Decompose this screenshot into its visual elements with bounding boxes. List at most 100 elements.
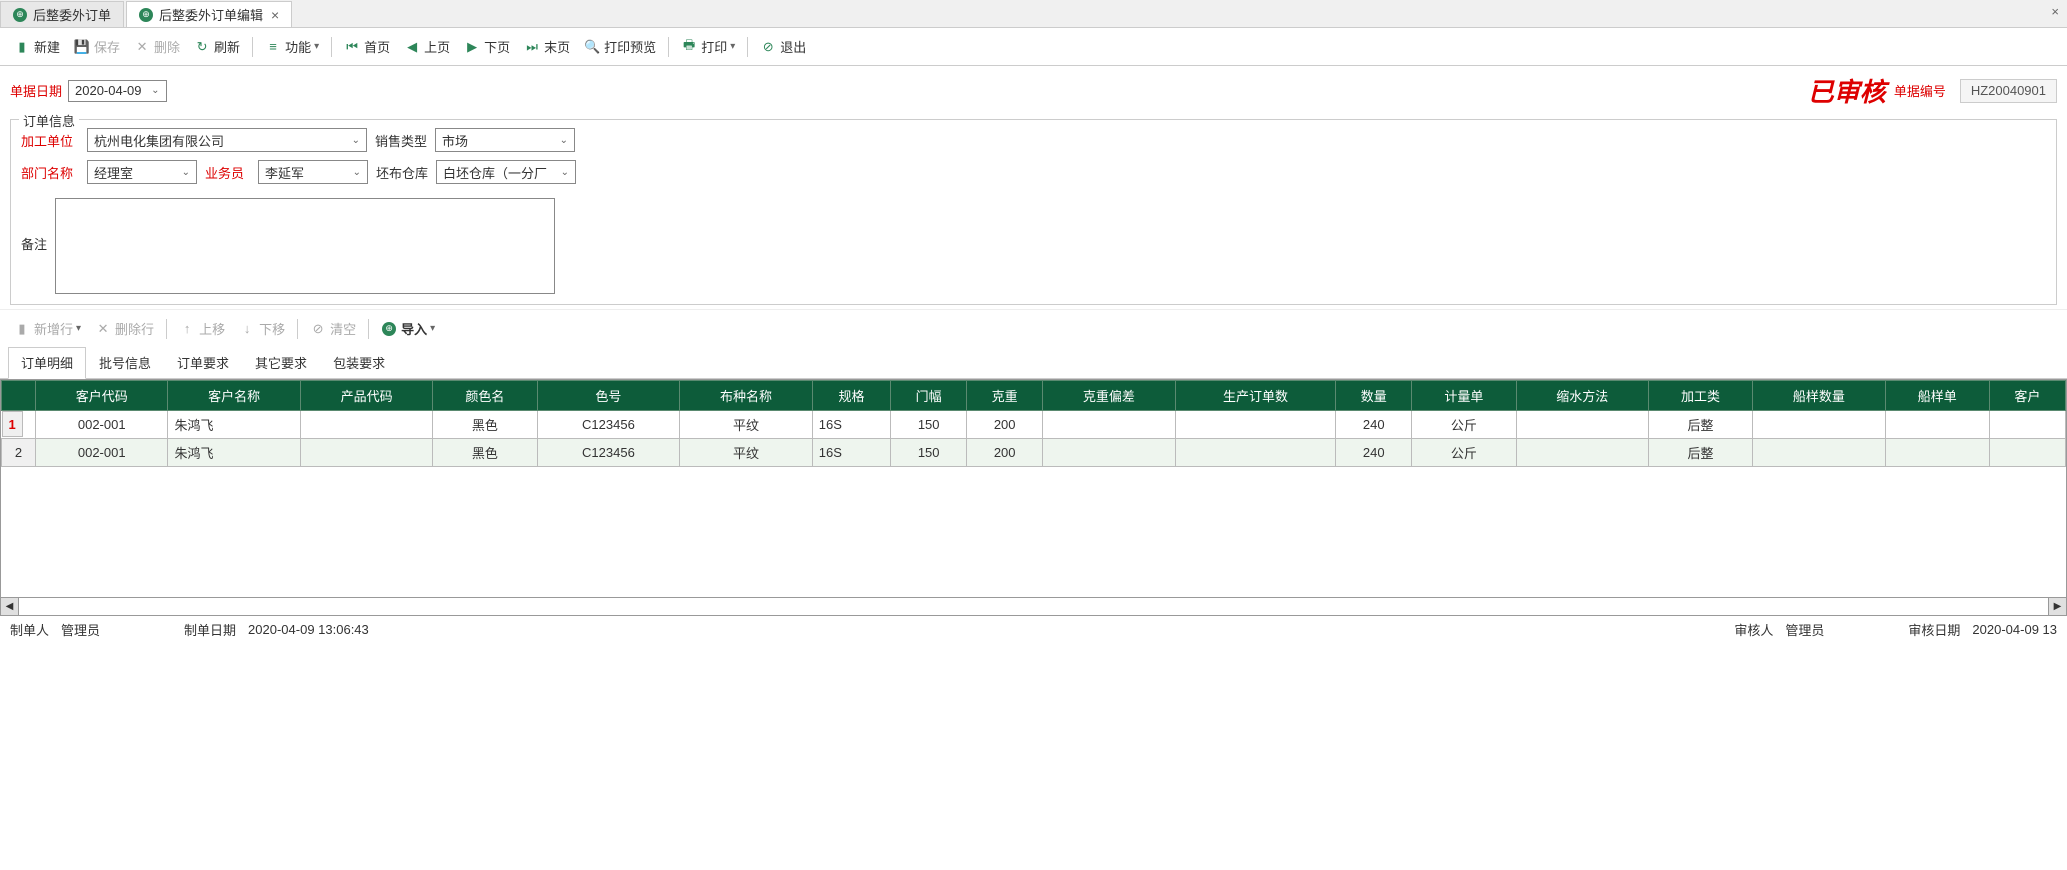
cell[interactable]: 150 [891, 411, 967, 439]
cell[interactable] [1885, 439, 1989, 467]
tab-order-detail[interactable]: 订单明细 [8, 347, 86, 379]
tab-other-req[interactable]: 其它要求 [242, 347, 320, 378]
cell[interactable] [1753, 411, 1885, 439]
tab-batch-info[interactable]: 批号信息 [86, 347, 164, 378]
close-icon[interactable]: × [271, 7, 279, 23]
save-button[interactable]: 💾保存 [68, 34, 126, 59]
cell[interactable] [300, 411, 432, 439]
tab-pack-req[interactable]: 包装要求 [320, 347, 398, 378]
detail-grid[interactable]: 客户代码客户名称产品代码颜色名色号布种名称规格门幅克重克重偏差生产订单数数量计量… [0, 379, 2067, 598]
cell[interactable]: 200 [967, 411, 1043, 439]
column-header[interactable]: 颜色名 [433, 381, 537, 411]
cell[interactable]: 黑色 [433, 439, 537, 467]
cell[interactable]: 后整 [1648, 411, 1752, 439]
scroll-left-button[interactable]: ◀ [1, 598, 19, 615]
cell[interactable] [1175, 439, 1336, 467]
next-page-button[interactable]: ▶下页 [458, 34, 516, 59]
sales-select[interactable]: 李延军⌄ [258, 160, 368, 184]
cell[interactable]: 平纹 [680, 439, 812, 467]
last-page-button[interactable]: ⏭末页 [518, 34, 576, 59]
move-down-button[interactable]: ↓下移 [233, 316, 291, 341]
cell[interactable]: 002-001 [36, 439, 168, 467]
exit-button[interactable]: ⊘退出 [754, 34, 812, 59]
separator [668, 37, 669, 57]
column-header[interactable]: 客户代码 [36, 381, 168, 411]
cell[interactable]: 朱鸿飞 [168, 411, 300, 439]
column-header[interactable]: 色号 [537, 381, 680, 411]
cell[interactable]: 150 [891, 439, 967, 467]
column-header[interactable]: 数量 [1336, 381, 1412, 411]
column-header[interactable] [2, 381, 36, 411]
column-header[interactable]: 缩水方法 [1516, 381, 1648, 411]
cell[interactable] [1516, 439, 1648, 467]
first-page-button[interactable]: ⏮首页 [338, 34, 396, 59]
table-row[interactable]: 2002-001朱鸿飞 黑色C123456平纹16S150200 240公斤 后整 [2, 439, 2066, 467]
cell[interactable]: 1 [2, 411, 23, 437]
cell[interactable]: 16S [812, 439, 890, 467]
cell[interactable] [1989, 439, 2065, 467]
cell[interactable] [1175, 411, 1336, 439]
import-button[interactable]: ⊕导入▾ [375, 316, 441, 341]
tab-order-edit[interactable]: ⊕ 后整委外订单编辑 × [126, 1, 292, 27]
cell[interactable] [1885, 411, 1989, 439]
cell[interactable]: C123456 [537, 411, 680, 439]
cell[interactable] [1043, 439, 1175, 467]
print-button[interactable]: 🖶打印▾ [675, 34, 741, 59]
column-header[interactable]: 生产订单数 [1175, 381, 1336, 411]
print-preview-button[interactable]: 🔍打印预览 [578, 34, 662, 59]
table-row[interactable]: 1 002-001朱鸿飞 黑色C123456平纹16S150200 240公斤 后整 [2, 411, 2066, 439]
column-header[interactable]: 计量单 [1412, 381, 1516, 411]
date-picker[interactable]: 2020-04-09 ⌄ [68, 80, 167, 102]
tab-label: 后整委外订单 [33, 5, 111, 24]
tab-order-req[interactable]: 订单要求 [164, 347, 242, 378]
cell[interactable]: 240 [1336, 411, 1412, 439]
column-header[interactable]: 船样单 [1885, 381, 1989, 411]
column-header[interactable]: 船样数量 [1753, 381, 1885, 411]
column-header[interactable]: 客户 [1989, 381, 2065, 411]
tab-order-list[interactable]: ⊕ 后整委外订单 [0, 1, 124, 27]
cell[interactable]: 002-001 [36, 411, 168, 439]
cell[interactable] [1516, 411, 1648, 439]
cell[interactable]: 240 [1336, 439, 1412, 467]
cell[interactable]: 黑色 [433, 411, 537, 439]
horizontal-scrollbar[interactable]: ◀ ▶ [0, 598, 2067, 616]
cell[interactable] [300, 439, 432, 467]
jiagong-select[interactable]: 杭州电化集团有限公司⌄ [87, 128, 367, 152]
cell[interactable]: 公斤 [1412, 439, 1516, 467]
clear-button[interactable]: ⊘清空 [304, 316, 362, 341]
cell[interactable] [1043, 411, 1175, 439]
column-header[interactable]: 布种名称 [680, 381, 812, 411]
add-row-button[interactable]: ▮新增行▾ [8, 316, 87, 341]
cell[interactable] [1753, 439, 1885, 467]
column-header[interactable]: 加工类 [1648, 381, 1752, 411]
cell[interactable] [1989, 411, 2065, 439]
remark-textarea[interactable] [55, 198, 555, 294]
functions-button[interactable]: ≡功能▾ [259, 34, 325, 59]
column-header[interactable]: 产品代码 [300, 381, 432, 411]
del-row-button[interactable]: ✕删除行 [89, 316, 160, 341]
cell[interactable]: 16S [812, 411, 890, 439]
cell[interactable]: 2 [2, 439, 36, 467]
cell[interactable]: 朱鸿飞 [168, 439, 300, 467]
new-button[interactable]: ▮新建 [8, 34, 66, 59]
refresh-button[interactable]: ↻刷新 [188, 34, 246, 59]
column-header[interactable]: 客户名称 [168, 381, 300, 411]
warehouse-select[interactable]: 白坯仓库（一分厂⌄ [436, 160, 576, 184]
close-all-icon[interactable]: × [2051, 4, 2059, 19]
column-header[interactable]: 克重 [967, 381, 1043, 411]
column-header[interactable]: 门幅 [891, 381, 967, 411]
prev-page-button[interactable]: ◀上页 [398, 34, 456, 59]
fieldset-legend: 订单信息 [19, 111, 79, 130]
column-header[interactable]: 克重偏差 [1043, 381, 1175, 411]
cell[interactable]: 平纹 [680, 411, 812, 439]
cell[interactable]: 后整 [1648, 439, 1752, 467]
scroll-right-button[interactable]: ▶ [2048, 598, 2066, 615]
saletype-select[interactable]: 市场⌄ [435, 128, 575, 152]
cell[interactable]: C123456 [537, 439, 680, 467]
dept-select[interactable]: 经理室⌄ [87, 160, 197, 184]
move-up-button[interactable]: ↑上移 [173, 316, 231, 341]
column-header[interactable]: 规格 [812, 381, 890, 411]
cell[interactable]: 公斤 [1412, 411, 1516, 439]
cell[interactable]: 200 [967, 439, 1043, 467]
delete-button[interactable]: ✕删除 [128, 34, 186, 59]
